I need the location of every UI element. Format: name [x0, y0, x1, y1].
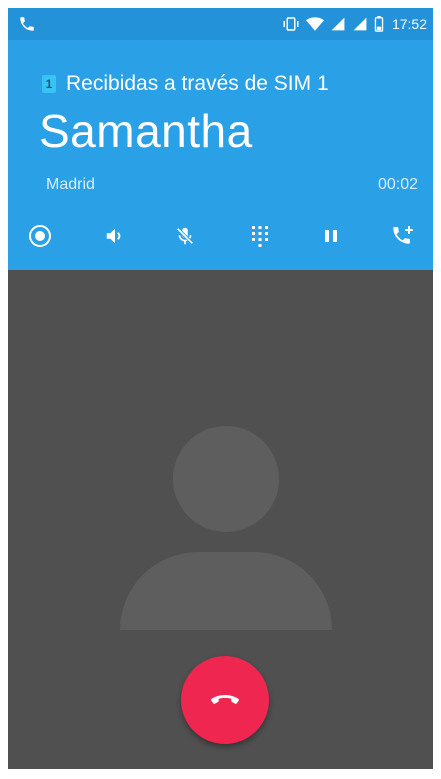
end-call-button[interactable] [181, 656, 269, 744]
call-controls [8, 216, 433, 256]
pause-button[interactable] [311, 216, 351, 256]
speaker-icon [106, 228, 121, 244]
mute-button[interactable] [165, 216, 205, 256]
caller-photo-area [8, 270, 433, 769]
caller-name: Samantha [39, 105, 253, 157]
speaker-button[interactable] [95, 216, 135, 256]
in-call-screen: 17:52 1 Recibidas a través de SIM 1 Sama… [8, 8, 433, 769]
signal-icon [330, 16, 346, 32]
sim-badge: 1 [42, 75, 56, 93]
hang-up-icon [211, 695, 239, 704]
status-icons: 17:52 [282, 14, 427, 34]
dialpad-button[interactable] [240, 216, 280, 256]
mute-icon [176, 227, 194, 245]
status-bar: 17:52 [8, 8, 433, 40]
call-timer: 00:02 [377, 176, 418, 193]
caller-location: Madrid [46, 176, 95, 193]
call-header: 17:52 1 Recibidas a través de SIM 1 Sama… [8, 8, 433, 270]
sim-label: Recibidas a través de SIM 1 [66, 72, 329, 95]
dialpad-icon [252, 226, 268, 247]
battery-icon [374, 16, 384, 32]
avatar-placeholder-head [173, 426, 279, 532]
pause-icon [325, 230, 337, 242]
phone-call-icon [18, 15, 36, 33]
sim-indicator: 1 Recibidas a través de SIM 1 [42, 72, 329, 96]
add-call-button[interactable] [383, 216, 423, 256]
record-button[interactable] [20, 216, 60, 256]
add-call-icon [393, 226, 413, 244]
vibrate-icon [282, 16, 300, 32]
status-time: 17:52 [391, 16, 427, 32]
signal-icon [352, 16, 368, 32]
record-icon [29, 225, 51, 247]
wifi-icon [305, 16, 324, 32]
avatar-placeholder-body [120, 552, 332, 630]
